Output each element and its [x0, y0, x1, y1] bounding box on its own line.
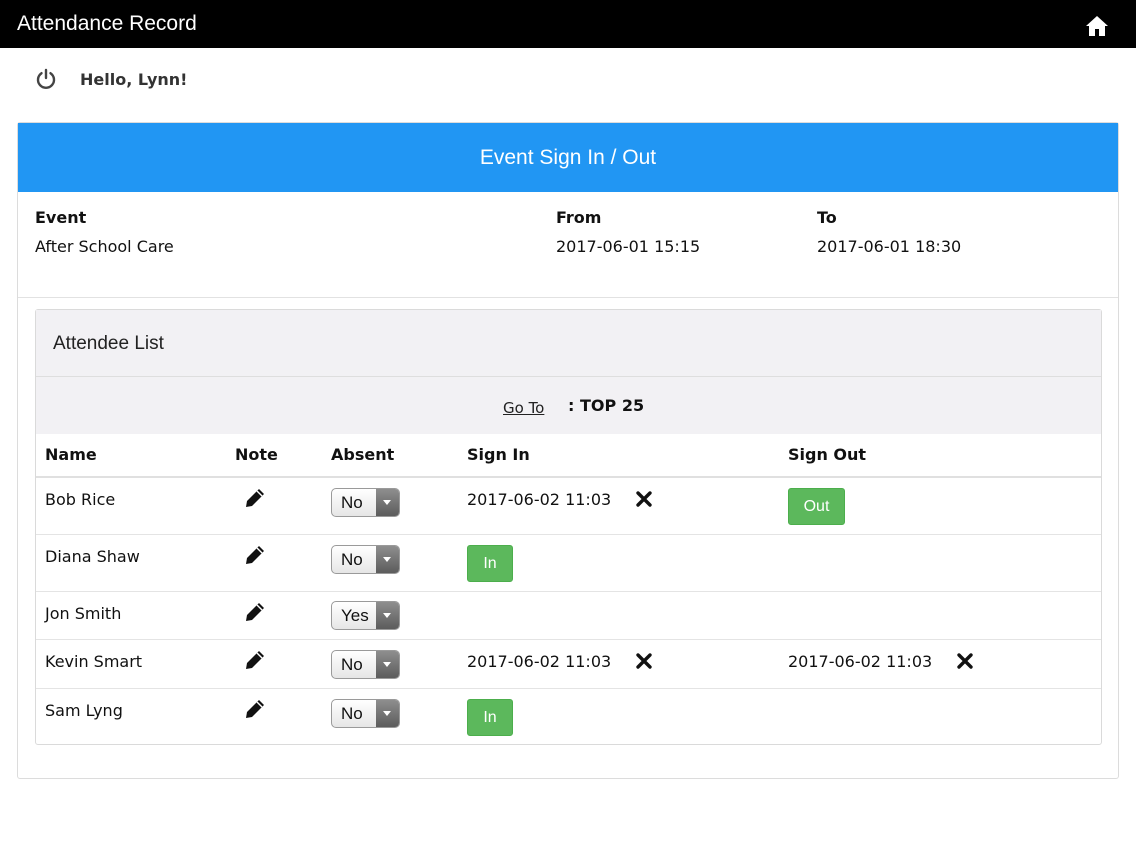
greeting: Hello, Lynn! — [80, 70, 188, 89]
attendee-name: Kevin Smart — [45, 652, 143, 671]
goto-bar: Go To : TOP 25 — [36, 377, 1101, 434]
panel-title: Event Sign In / Out — [479, 146, 657, 169]
close-icon[interactable] — [635, 652, 653, 670]
column-note: Note — [235, 445, 278, 464]
absent-select[interactable]: No — [331, 545, 400, 574]
absent-value: No — [341, 550, 363, 569]
absent-select[interactable]: No — [331, 699, 400, 728]
sign-out-time: 2017-06-02 11:03 — [788, 652, 933, 671]
event-to: 2017-06-01 18:30 — [817, 237, 962, 256]
table-row: Bob Rice No 2017-06-02 11:03 Out — [36, 478, 1101, 535]
sign-in-time: 2017-06-02 11:03 — [467, 652, 612, 671]
sign-in-button[interactable]: In — [467, 699, 513, 736]
pencil-icon[interactable] — [244, 649, 266, 671]
event-label: Event — [35, 208, 87, 227]
pencil-icon[interactable] — [244, 544, 266, 566]
absent-select[interactable]: No — [331, 650, 400, 679]
close-icon[interactable] — [956, 652, 974, 670]
goto-value: TOP 25 — [580, 396, 645, 415]
from-label: From — [556, 208, 602, 227]
close-icon[interactable] — [635, 490, 653, 508]
table-row: Jon Smith Yes — [36, 592, 1101, 640]
power-icon[interactable] — [35, 68, 57, 90]
absent-value: No — [341, 704, 363, 723]
top-bar: Attendance Record — [0, 0, 1136, 48]
attendee-list: Attendee List Go To : TOP 25 Name Note A… — [35, 309, 1102, 745]
pencil-icon[interactable] — [244, 601, 266, 623]
attendee-name: Sam Lyng — [45, 701, 123, 720]
absent-value: Yes — [341, 606, 369, 625]
chevron-down-icon — [376, 602, 399, 629]
column-name: Name — [45, 445, 97, 464]
sign-in-time: 2017-06-02 11:03 — [467, 490, 612, 509]
event-name: After School Care — [35, 237, 174, 256]
table-row: Diana Shaw No In — [36, 535, 1101, 592]
attendee-list-header: Attendee List — [36, 310, 1101, 377]
sign-out-button[interactable]: Out — [788, 488, 845, 525]
attendee-name: Jon Smith — [45, 604, 122, 623]
sign-in-button[interactable]: In — [467, 545, 513, 582]
chevron-down-icon — [376, 651, 399, 678]
home-icon[interactable] — [1085, 15, 1109, 37]
table-row: Sam Lyng No In — [36, 689, 1101, 744]
app-title: Attendance Record — [17, 12, 197, 35]
column-absent: Absent — [331, 445, 395, 464]
chevron-down-icon — [376, 700, 399, 727]
divider — [18, 297, 1118, 298]
absent-select[interactable]: Yes — [331, 601, 400, 630]
panel-header: Event Sign In / Out — [18, 123, 1118, 192]
pencil-icon[interactable] — [244, 698, 266, 720]
column-sign-out: Sign Out — [788, 445, 867, 464]
absent-value: No — [341, 493, 363, 512]
goto-link[interactable]: Go To — [503, 399, 544, 417]
attendee-list-title: Attendee List — [53, 333, 164, 354]
attendee-name: Bob Rice — [45, 490, 116, 509]
absent-value: No — [341, 655, 363, 674]
absent-select[interactable]: No — [331, 488, 400, 517]
event-from: 2017-06-01 15:15 — [556, 237, 701, 256]
attendee-name: Diana Shaw — [45, 547, 140, 566]
goto-separator: : — [568, 396, 575, 415]
pencil-icon[interactable] — [244, 487, 266, 509]
table-row: Kevin Smart No 2017-06-02 11:03 2017-06-… — [36, 640, 1101, 689]
column-sign-in: Sign In — [467, 445, 530, 464]
event-panel: Event Sign In / Out Event From To After … — [17, 122, 1119, 779]
chevron-down-icon — [376, 489, 399, 516]
to-label: To — [817, 208, 837, 227]
chevron-down-icon — [376, 546, 399, 573]
